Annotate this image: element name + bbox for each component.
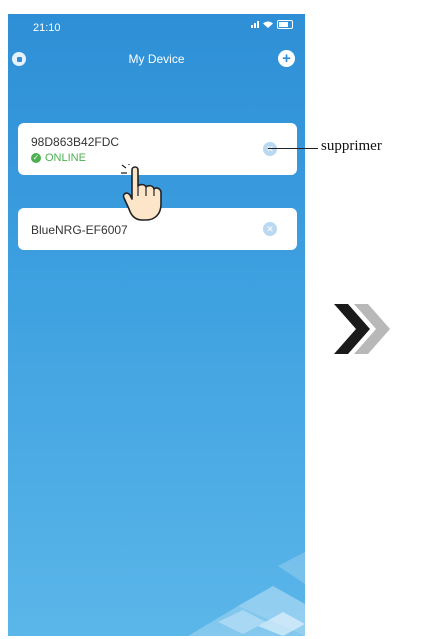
check-circle-icon: ✓: [31, 153, 41, 163]
battery-icon: [277, 20, 293, 29]
double-chevron-right-icon: [334, 304, 390, 354]
delete-device-button[interactable]: ✕: [263, 222, 277, 236]
status-icons: [251, 20, 293, 29]
device-name: BlueNRG-EF6007: [31, 223, 128, 237]
close-icon: ✕: [266, 224, 274, 234]
plus-icon: +: [282, 50, 291, 67]
callout-label: supprimer: [321, 138, 382, 154]
delete-device-button[interactable]: ✕: [263, 142, 277, 156]
status-label: ONLINE: [45, 152, 86, 164]
page-title: My Device: [128, 52, 185, 66]
callout-line: [268, 148, 318, 149]
device-name: 98D863B42FDC: [31, 135, 120, 149]
decorative-cubes: [188, 552, 305, 636]
phone-screen: 21:10 My Device + 98D863B42FDC ✓ ONLINE …: [8, 14, 305, 636]
device-status: ✓ ONLINE: [31, 152, 86, 164]
signal-icon: [251, 21, 259, 28]
tap-hand-icon: [121, 164, 162, 221]
close-icon: ✕: [266, 144, 274, 154]
add-device-button[interactable]: +: [278, 50, 295, 67]
wifi-icon: [263, 21, 273, 28]
status-time: 21:10: [33, 22, 61, 34]
